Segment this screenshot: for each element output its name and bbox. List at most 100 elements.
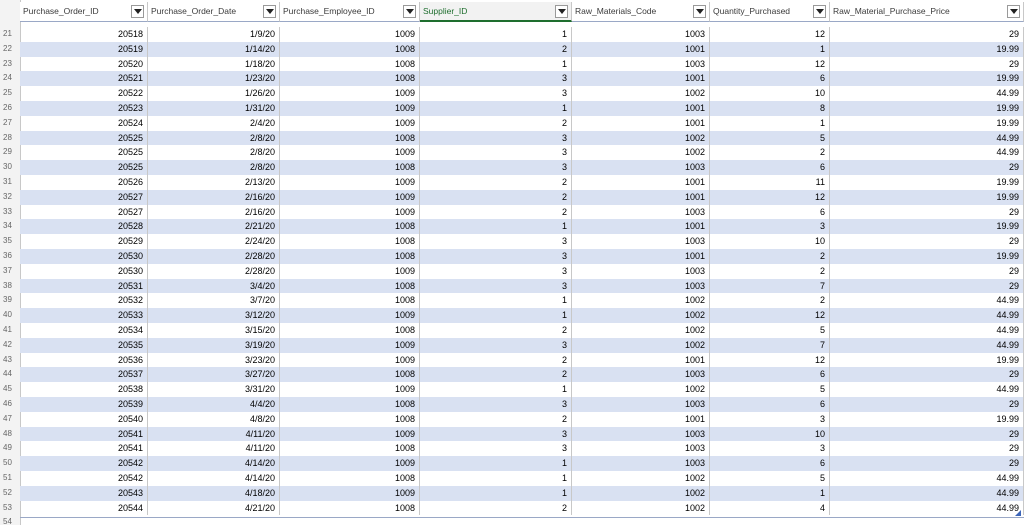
cell-raw-materials-code[interactable]: 1003 <box>572 426 710 442</box>
cell-raw-materials-code[interactable]: 1003 <box>572 204 710 220</box>
cell-raw-materials-code[interactable]: 1002 <box>572 323 710 338</box>
cell-raw-material-purchase-price[interactable]: 19.99 <box>830 41 1024 57</box>
row-number[interactable]: 38 <box>0 279 20 294</box>
column-header-raw-material-purchase-price[interactable]: Raw_Material_Purchase_Price <box>830 2 1024 22</box>
cell-raw-material-purchase-price[interactable]: 44.99 <box>830 293 1024 309</box>
cell-purchase-employee-id[interactable]: 1008 <box>280 293 420 309</box>
cell-quantity-purchased[interactable]: 12 <box>710 352 830 368</box>
cell-purchase-employee-id[interactable]: 1008 <box>280 41 420 57</box>
cell-purchase-order-id[interactable]: 20537 <box>20 367 148 383</box>
cell-supplier-id[interactable]: 2 <box>420 204 572 220</box>
cell-quantity-purchased[interactable]: 12 <box>710 308 830 323</box>
row-number[interactable]: 21 <box>0 27 20 42</box>
row-number[interactable]: 39 <box>0 293 20 308</box>
cell-raw-material-purchase-price[interactable]: 44.99 <box>830 485 1024 501</box>
row-number[interactable]: 41 <box>0 323 20 338</box>
cell-supplier-id[interactable]: 3 <box>420 145 572 161</box>
cell-purchase-order-date[interactable]: 3/31/20 <box>148 382 280 397</box>
cell-quantity-purchased[interactable]: 7 <box>710 278 830 294</box>
cell-supplier-id[interactable]: 1 <box>420 27 572 42</box>
cell-quantity-purchased[interactable]: 1 <box>710 485 830 501</box>
cell-supplier-id[interactable]: 1 <box>420 471 572 486</box>
row-number[interactable]: 35 <box>0 234 20 249</box>
cell-supplier-id[interactable]: 1 <box>420 56 572 72</box>
cell-purchase-order-date[interactable]: 3/27/20 <box>148 367 280 383</box>
cell-raw-material-purchase-price[interactable]: 29 <box>830 367 1024 383</box>
cell-supplier-id[interactable]: 3 <box>420 278 572 294</box>
cell-raw-materials-code[interactable]: 1003 <box>572 27 710 42</box>
cell-raw-material-purchase-price[interactable]: 19.99 <box>830 175 1024 190</box>
cell-purchase-order-id[interactable]: 20521 <box>20 71 148 87</box>
cell-supplier-id[interactable]: 1 <box>420 219 572 235</box>
cell-raw-materials-code[interactable]: 1001 <box>572 101 710 116</box>
cell-purchase-order-date[interactable]: 2/24/20 <box>148 234 280 249</box>
cell-purchase-order-id[interactable]: 20536 <box>20 352 148 368</box>
column-header-purchase-order-id[interactable]: Purchase_Order_ID <box>20 2 148 22</box>
cell-supplier-id[interactable]: 2 <box>420 500 572 516</box>
cell-purchase-employee-id[interactable]: 1008 <box>280 219 420 235</box>
cell-purchase-employee-id[interactable]: 1008 <box>280 441 420 457</box>
cell-raw-materials-code[interactable]: 1002 <box>572 337 710 353</box>
cell-raw-materials-code[interactable]: 1002 <box>572 500 710 516</box>
column-header-raw-materials-code[interactable]: Raw_Materials_Code <box>572 2 710 22</box>
cell-purchase-order-date[interactable]: 2/21/20 <box>148 219 280 235</box>
cell-purchase-order-date[interactable]: 2/8/20 <box>148 130 280 146</box>
cell-purchase-employee-id[interactable]: 1009 <box>280 115 420 131</box>
row-number[interactable]: 47 <box>0 412 20 427</box>
cell-purchase-employee-id[interactable]: 1008 <box>280 411 420 427</box>
cell-purchase-order-id[interactable]: 20532 <box>20 293 148 309</box>
cell-supplier-id[interactable]: 1 <box>420 101 572 116</box>
cell-quantity-purchased[interactable]: 12 <box>710 56 830 72</box>
cell-purchase-employee-id[interactable]: 1009 <box>280 27 420 42</box>
cell-purchase-employee-id[interactable]: 1009 <box>280 426 420 442</box>
row-number[interactable]: 50 <box>0 456 20 471</box>
cell-raw-materials-code[interactable]: 1002 <box>572 86 710 101</box>
cell-supplier-id[interactable]: 3 <box>420 426 572 442</box>
cell-purchase-order-id[interactable]: 20525 <box>20 130 148 146</box>
cell-quantity-purchased[interactable]: 3 <box>710 411 830 427</box>
row-number[interactable]: 32 <box>0 190 20 205</box>
cell-supplier-id[interactable]: 3 <box>420 249 572 264</box>
cell-supplier-id[interactable]: 2 <box>420 367 572 383</box>
cell-supplier-id[interactable]: 3 <box>420 337 572 353</box>
cell-raw-materials-code[interactable]: 1002 <box>572 145 710 161</box>
cell-raw-materials-code[interactable]: 1002 <box>572 308 710 323</box>
cell-purchase-order-date[interactable]: 3/12/20 <box>148 308 280 323</box>
cell-purchase-order-date[interactable]: 4/18/20 <box>148 485 280 501</box>
cell-purchase-order-id[interactable]: 20522 <box>20 86 148 101</box>
cell-quantity-purchased[interactable]: 2 <box>710 249 830 264</box>
cell-quantity-purchased[interactable]: 2 <box>710 145 830 161</box>
cell-purchase-order-date[interactable]: 3/15/20 <box>148 323 280 338</box>
cell-supplier-id[interactable]: 2 <box>420 189 572 205</box>
filter-dropdown-icon[interactable] <box>813 5 826 18</box>
row-number[interactable]: 52 <box>0 486 20 501</box>
cell-raw-materials-code[interactable]: 1003 <box>572 456 710 471</box>
cell-raw-materials-code[interactable]: 1001 <box>572 41 710 57</box>
cell-raw-material-purchase-price[interactable]: 19.99 <box>830 71 1024 87</box>
cell-raw-materials-code[interactable]: 1003 <box>572 397 710 412</box>
column-header-quantity-purchased[interactable]: Quantity_Purchased <box>710 2 830 22</box>
cell-purchase-order-id[interactable]: 20541 <box>20 441 148 457</box>
column-header-purchase-employee-id[interactable]: Purchase_Employee_ID <box>280 2 420 22</box>
cell-supplier-id[interactable]: 1 <box>420 485 572 501</box>
cell-purchase-employee-id[interactable]: 1008 <box>280 56 420 72</box>
cell-raw-materials-code[interactable]: 1003 <box>572 367 710 383</box>
column-header-supplier-id[interactable]: Supplier_ID <box>420 2 572 22</box>
row-number[interactable]: 29 <box>0 145 20 160</box>
cell-supplier-id[interactable]: 1 <box>420 456 572 471</box>
cell-purchase-order-date[interactable]: 2/28/20 <box>148 263 280 279</box>
filter-dropdown-icon[interactable] <box>263 5 276 18</box>
cell-purchase-employee-id[interactable]: 1008 <box>280 323 420 338</box>
row-number[interactable]: 23 <box>0 57 20 72</box>
cell-purchase-order-id[interactable]: 20519 <box>20 41 148 57</box>
cell-purchase-order-id[interactable]: 20527 <box>20 204 148 220</box>
cell-purchase-order-date[interactable]: 2/16/20 <box>148 189 280 205</box>
cell-purchase-employee-id[interactable]: 1009 <box>280 86 420 101</box>
cell-quantity-purchased[interactable]: 5 <box>710 471 830 486</box>
cell-purchase-employee-id[interactable]: 1009 <box>280 456 420 471</box>
cell-supplier-id[interactable]: 1 <box>420 293 572 309</box>
cell-quantity-purchased[interactable]: 6 <box>710 456 830 471</box>
row-number[interactable]: 43 <box>0 353 20 368</box>
cell-purchase-order-date[interactable]: 1/9/20 <box>148 27 280 42</box>
cell-purchase-order-date[interactable]: 4/11/20 <box>148 426 280 442</box>
